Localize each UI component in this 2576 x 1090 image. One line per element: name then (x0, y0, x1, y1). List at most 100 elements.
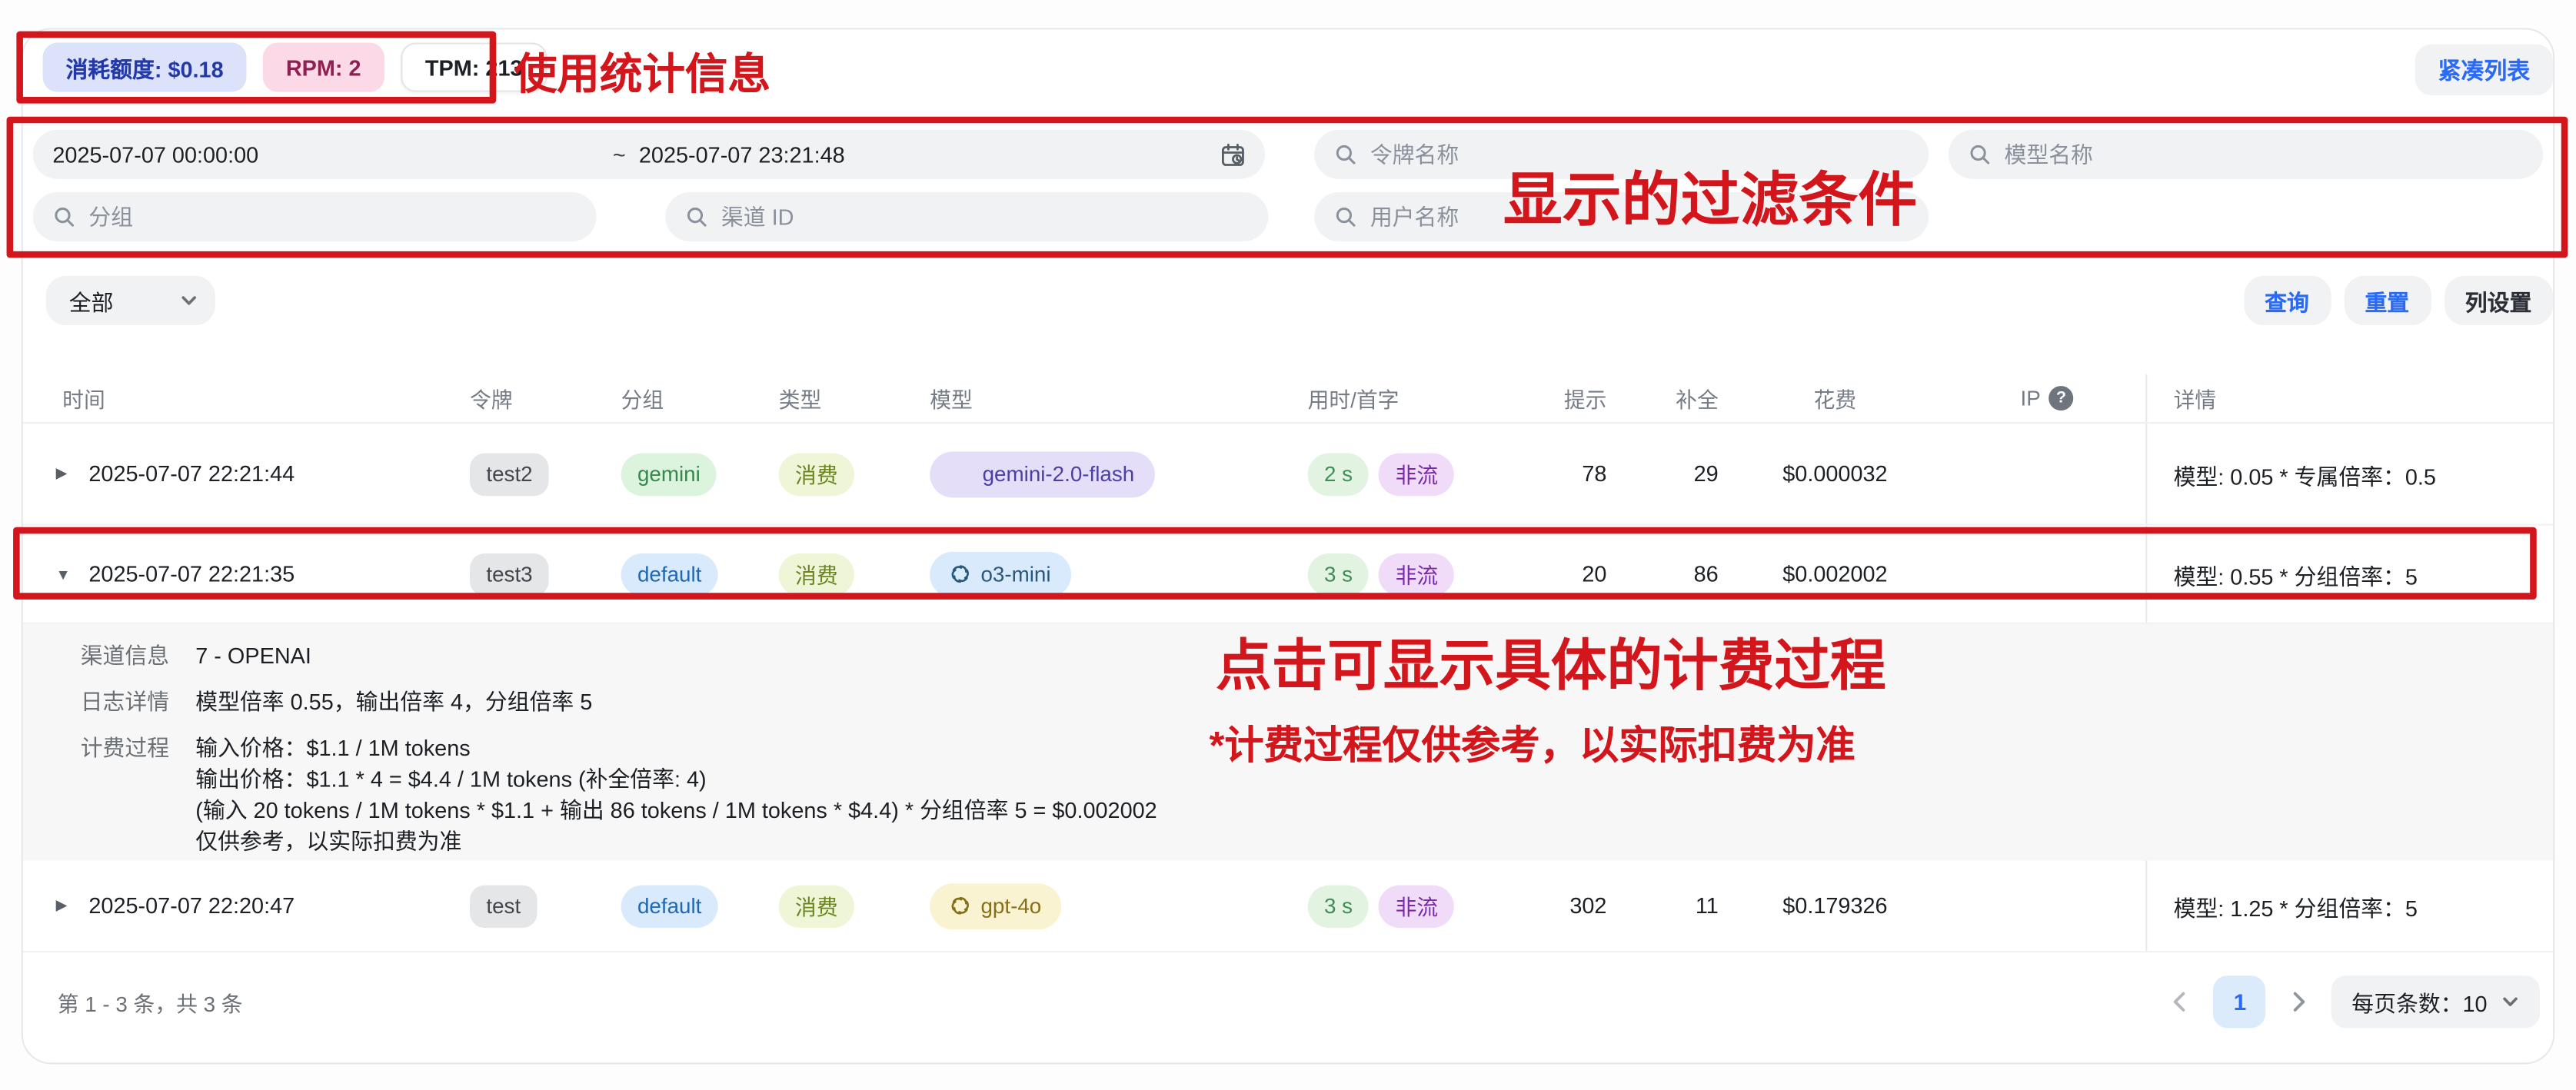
completion-tokens: 11 (1610, 893, 1722, 918)
quota-value: $0.002002 (1722, 562, 1939, 587)
next-page-icon[interactable] (2286, 989, 2312, 1015)
group-input[interactable] (88, 204, 577, 229)
row-time: 2025-07-07 22:21:35 (88, 562, 295, 587)
model-badge[interactable]: gemini-2.0-flash (930, 450, 1154, 497)
log-detail-value: 模型倍率 0.55，输出倍率 4，分组倍率 5 (195, 686, 592, 718)
search-icon (1334, 143, 1357, 166)
quota-value: $0.000032 (1722, 461, 1939, 486)
header-detail: 详情 (2145, 374, 2553, 422)
search-icon (685, 205, 708, 228)
model-provider-icon (950, 462, 973, 485)
model-provider-icon (950, 895, 971, 916)
billing-line: 输入价格：$1.1 / 1M tokens (195, 733, 1157, 764)
billing-line: 输出价格：$1.1 * 4 = $4.4 / 1M tokens (补全倍率: … (195, 763, 1157, 795)
group-badge[interactable]: gemini (621, 453, 717, 496)
expanded-billing-panel: 渠道信息 7 - OPENAI 日志详情 模型倍率 0.55，输出倍率 4，分组… (23, 624, 2553, 861)
model-name: gpt-4o (980, 893, 1041, 918)
model-name-input[interactable] (2005, 142, 2524, 167)
date-range-field[interactable]: 2025-07-07 00:00:00 ~ 2025-07-07 23:21:4… (33, 130, 1265, 179)
log-type-select-value: 全部 (69, 284, 114, 317)
model-name: o3-mini (980, 562, 1050, 587)
search-icon (1334, 205, 1357, 228)
calendar-icon[interactable] (1220, 142, 1245, 167)
row-time: 2025-07-07 22:20:47 (88, 893, 295, 918)
prompt-tokens: 302 (1528, 893, 1610, 918)
token-badge[interactable]: test2 (470, 453, 549, 496)
chevron-down-icon (179, 291, 199, 311)
header-type: 类型 (769, 383, 920, 414)
table-row[interactable]: ▼ 2025-07-07 22:21:35 test3 default 消费 o… (23, 526, 2553, 624)
row-expander-icon[interactable]: ▶ (56, 897, 72, 916)
page-size-select[interactable]: 每页条数：10 (2332, 975, 2540, 1028)
date-end-value[interactable]: 2025-07-07 23:21:48 (639, 142, 845, 167)
header-model: 模型 (920, 383, 1297, 414)
table-row[interactable]: ▶ 2025-07-07 22:20:47 test default 消费 gp… (23, 861, 2553, 953)
type-badge[interactable]: 消费 (779, 553, 854, 596)
query-button[interactable]: 查询 (2243, 276, 2330, 325)
token-name-input[interactable] (1370, 142, 1909, 167)
channel-id-input[interactable] (721, 204, 1249, 229)
chevron-down-icon (2501, 992, 2521, 1012)
page-number-button[interactable]: 1 (2214, 975, 2266, 1028)
user-name-input[interactable] (1370, 204, 1909, 229)
help-icon[interactable]: ? (2048, 386, 2073, 410)
column-settings-button[interactable]: 列设置 (2444, 276, 2553, 325)
type-badge[interactable]: 消费 (779, 884, 854, 927)
search-icon (52, 205, 75, 228)
date-range-separator: ~ (613, 142, 626, 167)
prompt-tokens: 20 (1528, 562, 1610, 587)
billing-line: (输入 20 tokens / 1M tokens * $1.1 + 输出 86… (195, 795, 1157, 826)
group-field[interactable] (33, 192, 597, 241)
group-badge[interactable]: default (621, 884, 718, 927)
table-footer: 第 1 - 3 条，共 3 条 1 每页条数：10 (23, 955, 2553, 1048)
row-expander-icon[interactable]: ▶ (56, 465, 72, 484)
compact-list-button[interactable]: 紧凑列表 (2415, 45, 2553, 95)
group-badge[interactable]: default (621, 553, 718, 596)
latency-badge: 3 s (1308, 884, 1370, 927)
model-name: gemini-2.0-flash (983, 461, 1135, 486)
prompt-tokens: 78 (1528, 461, 1610, 486)
channel-id-field[interactable] (665, 192, 1268, 241)
rpm-stat-badge[interactable]: RPM: 2 (263, 43, 384, 92)
prev-page-icon[interactable] (2168, 989, 2194, 1015)
latency-badge: 2 s (1308, 453, 1370, 496)
quota-value: $0.179326 (1722, 893, 1939, 918)
stream-badge: 非流 (1379, 884, 1454, 927)
row-expander-icon[interactable]: ▼ (56, 566, 72, 582)
type-badge[interactable]: 消费 (779, 453, 854, 496)
model-name-field[interactable] (1949, 130, 2543, 179)
usage-stats-row: 消耗额度: $0.18 RPM: 2 TPM: 213 (43, 43, 547, 92)
token-name-field[interactable] (1314, 130, 1929, 179)
quota-stat-badge[interactable]: 消耗额度: $0.18 (43, 43, 247, 92)
completion-tokens: 29 (1610, 461, 1722, 486)
stream-badge: 非流 (1379, 553, 1454, 596)
model-badge[interactable]: gpt-4o (930, 882, 1061, 929)
table-row[interactable]: ▶ 2025-07-07 22:21:44 test2 gemini 消费 ge… (23, 424, 2553, 525)
header-latency: 用时/首字 (1298, 383, 1528, 414)
reset-button[interactable]: 重置 (2344, 276, 2431, 325)
tpm-stat-badge[interactable]: TPM: 213 (401, 43, 547, 92)
page-root: 消耗额度: $0.18 RPM: 2 TPM: 213 使用统计信息 紧凑列表 … (0, 0, 2576, 1090)
log-detail-label: 日志详情 (81, 686, 196, 718)
billing-process-label: 计费过程 (81, 733, 196, 857)
channel-info-value: 7 - OPENAI (195, 640, 311, 672)
billing-line: 仅供参考，以实际扣费为准 (195, 826, 1157, 858)
date-start-value[interactable]: 2025-07-07 00:00:00 (52, 142, 599, 167)
log-table: 时间 令牌 分组 类型 模型 用时/首字 提示 补全 花费 IP ? 详情 ▶ … (23, 374, 2553, 952)
header-token: 令牌 (460, 383, 611, 414)
detail-text: 模型: 1.25 * 分组倍率：5 (2145, 861, 2553, 952)
token-badge[interactable]: test3 (470, 553, 549, 596)
user-name-field[interactable] (1314, 192, 1929, 241)
channel-info-label: 渠道信息 (81, 640, 196, 672)
detail-text: 模型: 0.05 * 专属倍率：0.5 (2145, 424, 2553, 523)
header-completion: 补全 (1610, 383, 1722, 414)
pagination: 1 每页条数：10 (2168, 975, 2540, 1028)
stream-badge: 非流 (1379, 453, 1454, 496)
table-header-row: 时间 令牌 分组 类型 模型 用时/首字 提示 补全 花费 IP ? 详情 (23, 374, 2553, 424)
row-time: 2025-07-07 22:21:44 (88, 461, 295, 486)
header-time: 时间 (56, 383, 105, 414)
log-type-select[interactable]: 全部 (46, 276, 215, 325)
header-ip: IP (2021, 386, 2041, 410)
model-badge[interactable]: o3-mini (930, 551, 1070, 597)
token-badge[interactable]: test (470, 884, 537, 927)
